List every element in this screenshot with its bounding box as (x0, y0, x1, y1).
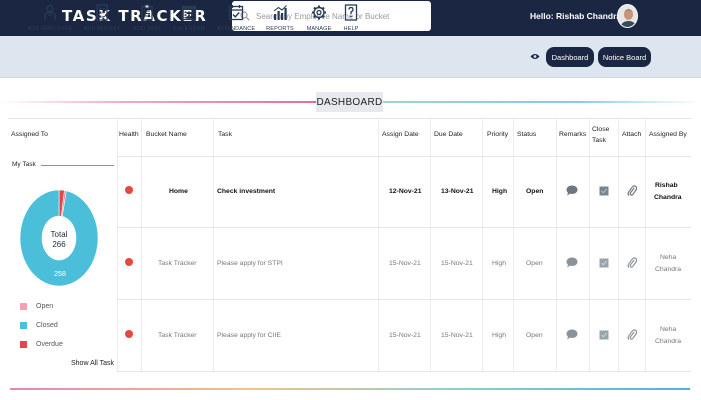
assigned-by-last: Chandra (654, 194, 682, 201)
user-greeting: Hello: Rishab Chandra (530, 11, 622, 21)
header-close-task[interactable]: Close (592, 126, 609, 133)
paperclip-icon[interactable] (627, 328, 637, 341)
add-bucket-button[interactable]: ADD BUCKET (77, 4, 127, 32)
add-employee-label: ADD EMPLOYEE (27, 26, 73, 32)
add-employee-button[interactable]: ADD EMPLOYEE (25, 4, 75, 32)
page-title: DASHBOARD (316, 92, 383, 112)
status: Open (526, 188, 544, 195)
header-bucket-name[interactable]: Bucket Name (146, 131, 187, 138)
status: Open (526, 260, 543, 267)
show-all-task-link[interactable]: Show All Task (71, 360, 114, 367)
my-task-title: My Task (12, 161, 36, 168)
legend-closed[interactable]: Closed (20, 322, 58, 329)
comment-icon[interactable] (566, 329, 578, 340)
notice-board-button[interactable]: Notice Board (598, 47, 651, 67)
header-task[interactable]: Task (218, 131, 232, 138)
close-task-checkbox[interactable] (599, 258, 609, 268)
clipboard-icon (141, 4, 153, 21)
close-task-checkbox[interactable] (599, 186, 609, 196)
health-indicator (125, 330, 133, 338)
legend-overdue-label: Overdue (36, 341, 63, 348)
bucket-name: Home (169, 188, 188, 195)
priority: High (492, 188, 508, 195)
priority: High (492, 332, 506, 339)
row-divider (117, 371, 691, 372)
document-icon (96, 4, 108, 21)
header-status[interactable]: Status (517, 131, 536, 138)
header-close-task-line2[interactable]: Task (592, 137, 606, 144)
calendar-icon (181, 5, 197, 21)
paperclip-icon[interactable] (627, 256, 637, 269)
assign-date: 15-Nov-21 (389, 260, 421, 267)
legend-overdue-swatch (20, 341, 27, 348)
attendance-button[interactable]: ATTENDANCE (211, 4, 261, 32)
assigned-by-first: Rishab (655, 182, 678, 189)
comment-icon[interactable] (566, 185, 578, 196)
header-due-date[interactable]: Due Date (434, 131, 463, 138)
header-assigned-by[interactable]: Assigned By (649, 131, 687, 138)
legend-open-label: Open (36, 303, 54, 310)
assigned-by-first: Neha (660, 326, 677, 333)
health-indicator (125, 186, 133, 194)
health-indicator (125, 258, 133, 266)
help-icon (344, 4, 358, 21)
eye-icon[interactable] (530, 53, 540, 60)
legend-closed-swatch (20, 322, 27, 329)
row-divider (117, 227, 691, 228)
due-date: 15-Nov-21 (441, 260, 473, 267)
comment-icon[interactable] (566, 257, 578, 268)
task-name[interactable]: Check investment (217, 188, 275, 195)
row-divider (117, 156, 691, 157)
legend-open[interactable]: Open (20, 303, 53, 310)
header-remarks[interactable]: Remarks (559, 131, 586, 138)
donut-closed-value-label: 258 (54, 271, 66, 278)
assigned-by-last: Chandra (655, 338, 682, 345)
calendar-check-icon (228, 5, 244, 21)
gear-icon (312, 5, 326, 20)
title-divider-right (383, 101, 701, 103)
bottom-divider (10, 388, 690, 390)
status: Open (526, 332, 543, 339)
task-name[interactable]: Please apply for STPI (217, 260, 283, 267)
help-button[interactable]: HELP (326, 4, 376, 32)
dashboard-button[interactable]: Dashboard (546, 47, 594, 67)
add-task-label: ADD TASK (132, 26, 162, 32)
bucket-name: Task Tracker (158, 260, 197, 267)
task-name[interactable]: Please apply for CIIE (217, 332, 281, 339)
header-assigned-to[interactable]: Assigned To (11, 131, 48, 138)
legend-overdue[interactable]: Overdue (20, 341, 63, 348)
assigned-by-first: Neha (660, 254, 677, 261)
row-divider (117, 299, 691, 300)
header-assign-date[interactable]: Assign Date (382, 131, 419, 138)
toolbar (0, 36, 701, 78)
bucket-name: Task Tracker (158, 332, 197, 339)
my-task-underline (41, 165, 114, 166)
due-date: 13-Nov-21 (441, 188, 474, 195)
assigned-by-last: Chandra (655, 266, 682, 273)
due-date: 15-Nov-21 (441, 332, 473, 339)
calendar-button[interactable]: CALENDAR (164, 4, 214, 32)
title-divider-left (0, 101, 316, 103)
assign-date: 15-Nov-21 (389, 332, 421, 339)
close-task-checkbox[interactable] (599, 330, 609, 340)
help-label: HELP (343, 26, 359, 32)
my-task-donut-chart[interactable]: Total 266 258 (19, 188, 101, 288)
calendar-label: CALENDAR (173, 26, 205, 32)
reports-label: REPORTS (266, 26, 294, 32)
add-bucket-label: ADD BUCKET (83, 26, 121, 32)
legend-closed-label: Closed (36, 322, 58, 329)
bar-chart-icon (273, 5, 287, 20)
person-icon (44, 4, 56, 20)
donut-total-value: 266 (52, 240, 66, 249)
header-priority[interactable]: Priority (487, 131, 508, 138)
header-attach[interactable]: Attach (622, 131, 641, 138)
attendance-label: ATTENDANCE (216, 26, 256, 32)
legend-open-swatch (20, 303, 27, 310)
priority: High (492, 260, 506, 267)
assign-date: 12-Nov-21 (389, 188, 422, 195)
header-health[interactable]: Health (119, 131, 139, 138)
avatar[interactable] (617, 4, 638, 28)
paperclip-icon[interactable] (627, 184, 637, 197)
donut-total-label: Total (51, 230, 68, 239)
